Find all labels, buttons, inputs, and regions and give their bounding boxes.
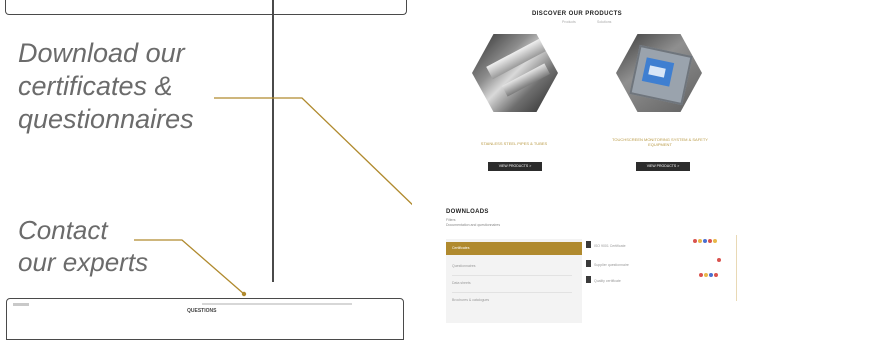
- downloads-category-item[interactable]: Brochures & catalogues: [446, 294, 582, 307]
- flag-icon[interactable]: [703, 239, 707, 243]
- download-leader-line: [214, 97, 421, 213]
- download-file-row[interactable]: Quality certificate: [586, 276, 736, 288]
- products-subtab-right[interactable]: Solutions: [597, 20, 611, 24]
- product-name-1[interactable]: STAINLESS STEEL PIPES & TUBES: [462, 141, 566, 146]
- flag-icon[interactable]: [713, 239, 717, 243]
- view-products-button-1[interactable]: VIEW PRODUCTS >: [488, 162, 542, 171]
- flag-icon[interactable]: [704, 273, 708, 277]
- downloads-subtitle-line-2: Documentation and questionnaires: [446, 222, 501, 227]
- contact-leader-dot: [241, 291, 247, 297]
- flag-icon[interactable]: [698, 239, 702, 243]
- downloads-subtitle: Filters Documentation and questionnaires: [446, 218, 500, 227]
- view-products-button-2[interactable]: VIEW PRODUCTS >: [636, 162, 690, 171]
- flag-icon[interactable]: [709, 273, 713, 277]
- flag-icon[interactable]: [717, 258, 721, 262]
- contact-leader-line: [134, 239, 245, 295]
- flag-icon[interactable]: [714, 273, 718, 277]
- products-section-title: DISCOVER OUR PRODUCTS: [532, 11, 623, 17]
- download-file-label[interactable]: Supplier questionnaire: [594, 263, 629, 267]
- website-screenshot: DISCOVER OUR PRODUCTS Products Solutions…: [412, 0, 891, 331]
- flag-icon[interactable]: [708, 239, 712, 243]
- download-file-label[interactable]: Quality certificate: [594, 279, 621, 283]
- flag-icon[interactable]: [693, 239, 697, 243]
- downloads-category-list: Certificates Questionnaires Data sheets …: [446, 239, 582, 323]
- downloads-category-item[interactable]: Certificates: [446, 242, 582, 255]
- product-name-2[interactable]: TOUCHSCREEN MONITORING SYSTEM & SAFETY E…: [606, 137, 714, 147]
- category-separator: [452, 275, 572, 276]
- download-file-label[interactable]: ISO 9001 Certificate: [594, 244, 626, 248]
- downloads-title: DOWNLOADS: [446, 209, 489, 215]
- download-file-row[interactable]: Supplier questionnaire: [586, 260, 736, 272]
- language-flags-row-1[interactable]: [693, 239, 717, 243]
- pdf-file-icon: [586, 260, 591, 267]
- product-image-pipes[interactable]: [472, 34, 558, 112]
- flag-icon[interactable]: [699, 273, 703, 277]
- product-image-monitor[interactable]: [616, 34, 702, 112]
- pdf-file-icon: [586, 276, 591, 283]
- pdf-file-icon: [586, 241, 591, 248]
- language-flags-row-2[interactable]: [717, 258, 721, 262]
- downloads-category-item[interactable]: Questionnaires: [446, 260, 582, 273]
- downloads-category-item[interactable]: Data sheets: [446, 277, 582, 290]
- downloads-divider: [736, 235, 737, 301]
- language-flags-row-3[interactable]: [699, 273, 718, 277]
- products-subtab-left[interactable]: Products: [562, 20, 576, 24]
- category-separator: [452, 292, 572, 293]
